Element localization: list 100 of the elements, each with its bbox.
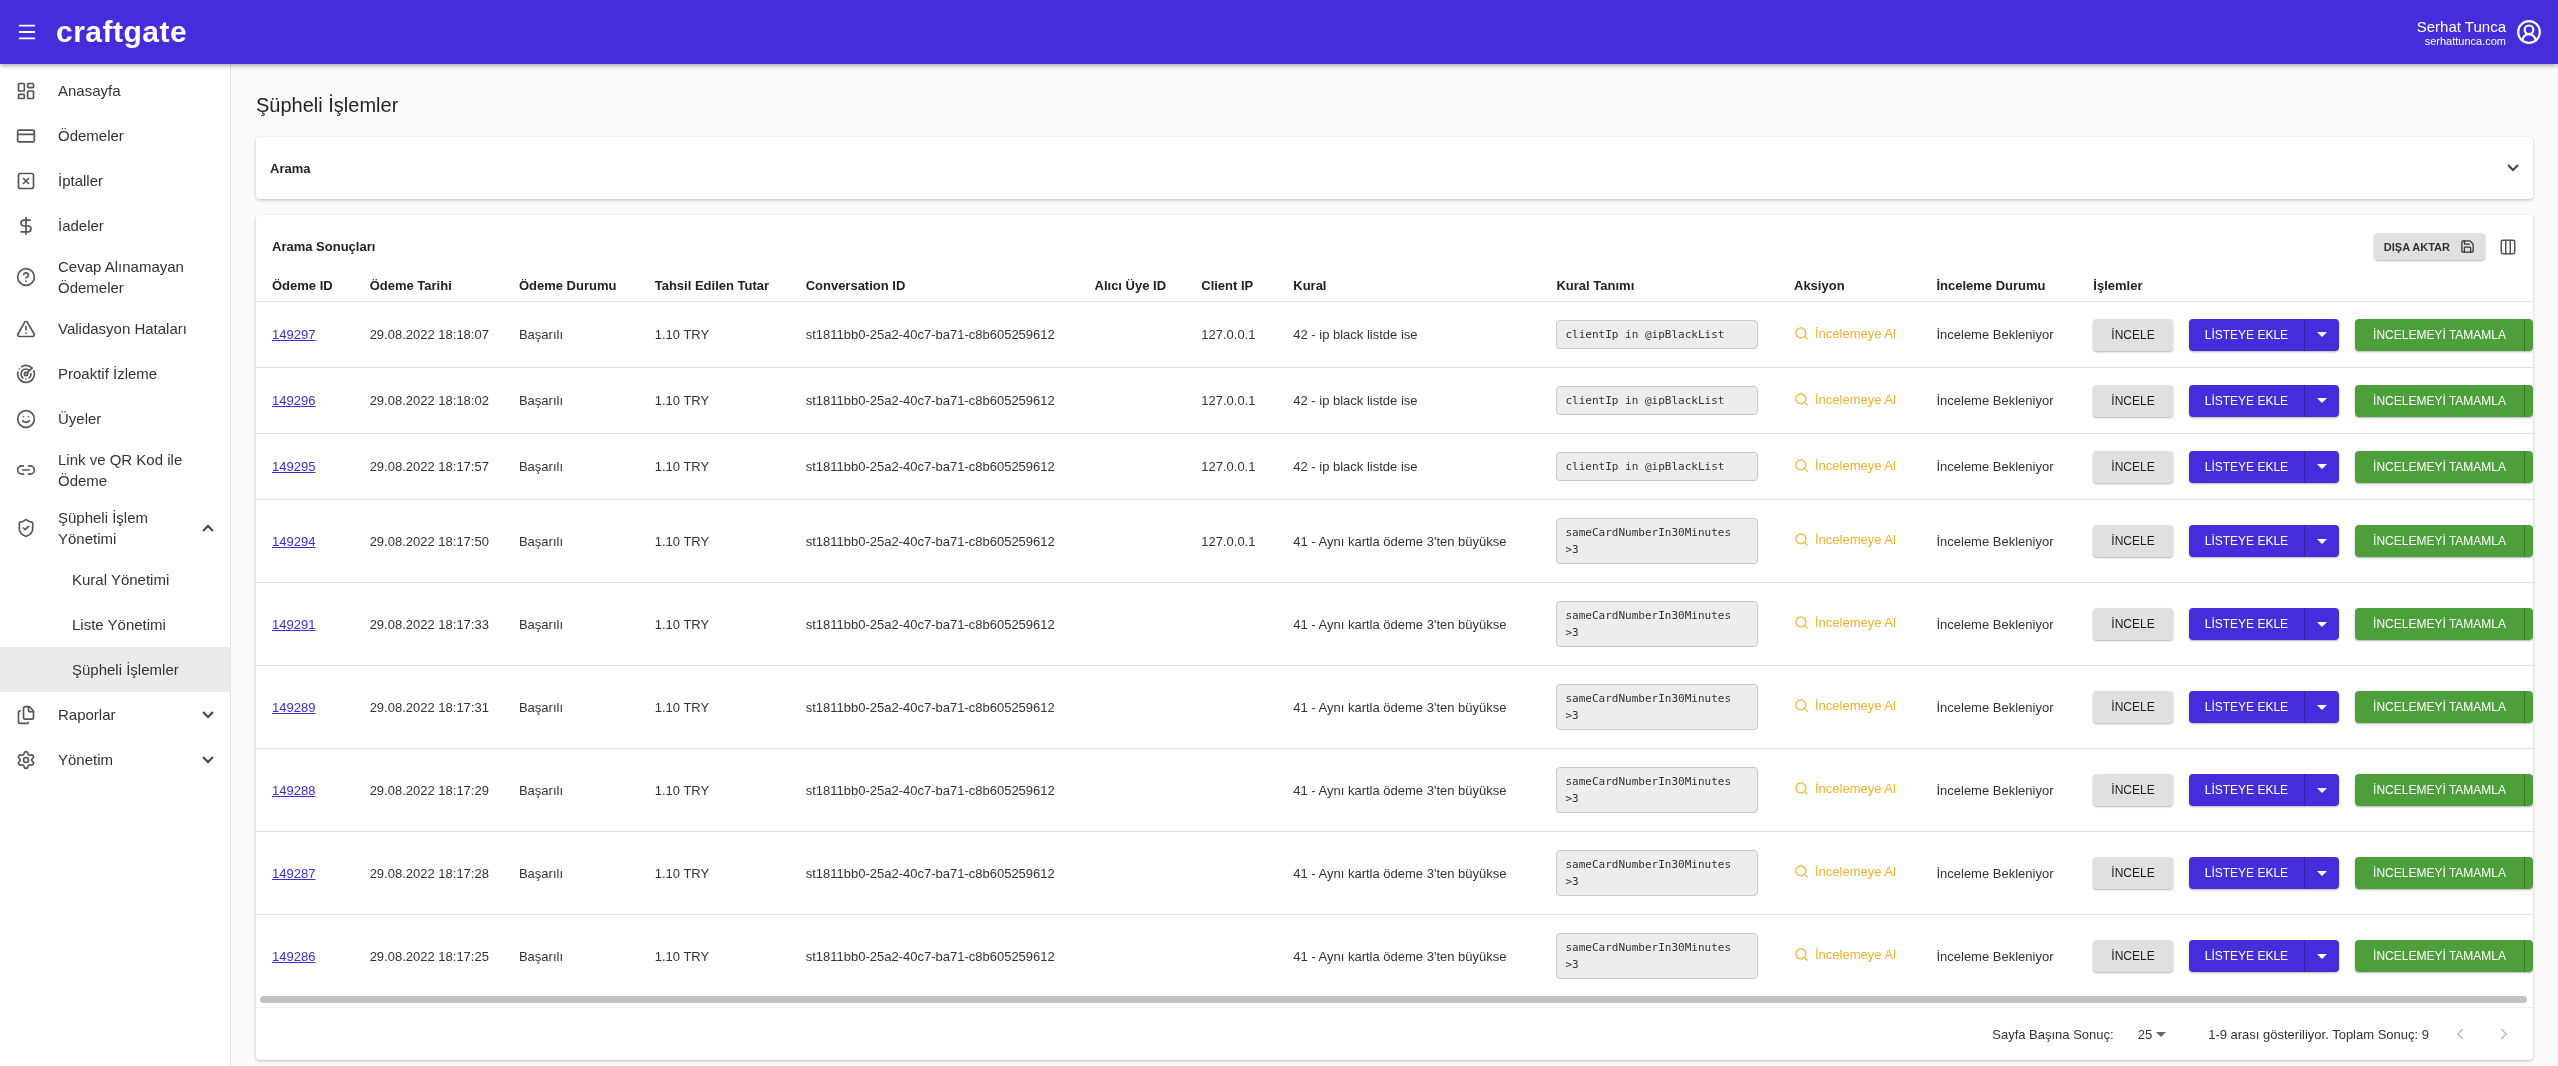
column-header: Alıcı Üye ID: [1078, 260, 1186, 302]
table-cell: 41 - Aynı kartla ödeme 3'ten büyükse: [1277, 499, 1541, 583]
table-cell: 1.10 TRY: [638, 367, 790, 434]
table-cell: st1811bb0-25a2-40c7-ba71-c8b605259612: [789, 367, 1079, 434]
sidebar-subitem[interactable]: Liste Yönetimi: [0, 602, 230, 647]
sidebar-item[interactable]: Proaktif İzleme: [0, 351, 230, 396]
add-to-list-button[interactable]: LİSTEYE EKLE: [2188, 608, 2306, 640]
add-to-list-button[interactable]: LİSTEYE EKLE: [2188, 384, 2306, 417]
inspect-button[interactable]: İNCELE: [2093, 525, 2173, 557]
payment-id-link[interactable]: 149294: [272, 533, 316, 549]
caret-icon: [2317, 332, 2328, 337]
dropdown-button[interactable]: [2305, 608, 2340, 640]
sidebar-item[interactable]: Cevap Alınamayan Ödemeler: [0, 248, 230, 306]
dropdown-button[interactable]: [2305, 450, 2340, 483]
sidebar-item[interactable]: Şüpheli İşlem Yönetimi: [0, 499, 230, 557]
sidebar-item[interactable]: Raporlar: [0, 692, 230, 737]
add-to-list-button[interactable]: LİSTEYE EKLE: [2188, 318, 2306, 351]
sidebar-item[interactable]: Ödemeler: [0, 113, 230, 158]
caret-icon: [2317, 538, 2328, 544]
inspect-button[interactable]: İNCELE: [2093, 774, 2173, 806]
table-cell: 1.10 TRY: [638, 433, 790, 500]
dropdown-button[interactable]: [2305, 857, 2340, 889]
column-header: Ödeme ID: [256, 260, 354, 302]
add-to-list-button[interactable]: LİSTEYE EKLE: [2188, 525, 2306, 557]
inspect-button[interactable]: İNCELE: [2093, 384, 2173, 417]
sidebar-item[interactable]: Validasyon Hataları: [0, 306, 230, 351]
export-button[interactable]: DIŞA AKTAR: [2373, 233, 2485, 260]
payment-id-link[interactable]: 149288: [272, 782, 316, 798]
account-icon[interactable]: [2516, 19, 2542, 45]
add-to-list-button[interactable]: LİSTEYE EKLE: [2188, 691, 2306, 723]
dropdown-button[interactable]: [2305, 691, 2340, 723]
dropdown-button[interactable]: [2305, 525, 2340, 557]
scrollbar[interactable]: [260, 995, 2527, 1004]
rule-code: clientIp in @ipBlackList: [1556, 452, 1759, 481]
payment-id-link[interactable]: 149289: [272, 699, 316, 715]
chevron-up-icon: [202, 524, 214, 532]
sidebar-item[interactable]: Anasayfa: [0, 68, 230, 113]
warning-icon: [16, 318, 36, 339]
inspect-button[interactable]: İNCELE: [2093, 450, 2173, 483]
table-cell: 42 - ip black listde ise: [1277, 367, 1541, 434]
radar-icon: [16, 363, 36, 384]
table-cell: 127.0.0.1: [1201, 327, 1256, 342]
inspect-button[interactable]: İNCELE: [2093, 608, 2173, 640]
payment-id-link[interactable]: 149286: [272, 948, 316, 964]
add-to-list-button[interactable]: LİSTEYE EKLE: [2188, 857, 2306, 889]
table-cell: 29.08.2022 18:18:02: [353, 367, 503, 434]
per-page-label: Sayfa Başına Sonuç:: [1992, 1026, 2114, 1042]
table-cell: 41 - Aynı kartla ödeme 3'ten büyükse: [1277, 748, 1541, 832]
columns-icon[interactable]: [2499, 237, 2517, 256]
payment-id-link[interactable]: 149287: [272, 865, 316, 881]
search-panel[interactable]: Arama: [256, 137, 2533, 199]
table-cell: 29.08.2022 18:17:29: [353, 748, 503, 832]
table-cell: 41 - Aynı kartla ödeme 3'ten büyükse: [1277, 582, 1541, 666]
per-page-select[interactable]: 25: [2131, 1025, 2173, 1043]
column-header: Tahsil Edilen Tutar: [638, 260, 790, 302]
table-cell: 127.0.0.1: [1201, 459, 1256, 474]
dropdown-button[interactable]: [2305, 774, 2340, 806]
sidebar-item[interactable]: Yönetim: [0, 737, 230, 782]
table-cell: st1811bb0-25a2-40c7-ba71-c8b605259612: [789, 499, 1079, 583]
search-icon: [1794, 391, 1809, 407]
dropdown-button[interactable]: [2305, 318, 2340, 351]
settings-icon: [16, 749, 36, 770]
table-cell: İnceleme Bekleniyor: [1920, 499, 2078, 583]
save-icon: [2460, 239, 2475, 254]
inspect-button[interactable]: İNCELE: [2093, 940, 2173, 972]
sidebar-item[interactable]: Link ve QR Kod ile Ödeme: [0, 441, 230, 499]
dropdown-button[interactable]: [2305, 384, 2340, 417]
table-cell: Başarılı: [502, 499, 639, 583]
column-header: Kural: [1277, 260, 1541, 302]
table-cell: st1811bb0-25a2-40c7-ba71-c8b605259612: [789, 748, 1079, 832]
table-cell: 29.08.2022 18:17:50: [353, 499, 503, 583]
payment-id-link[interactable]: 149291: [272, 616, 316, 632]
sidebar-item[interactable]: İptaller: [0, 158, 230, 203]
chevron-down-icon: [202, 755, 214, 764]
payment-id-link[interactable]: 149297: [272, 327, 316, 342]
results-title: Arama Sonuçları: [272, 239, 377, 254]
table-cell: İnceleme Bekleniyor: [1920, 301, 2078, 368]
column-header: İşlemler: [2077, 260, 2533, 302]
table-cell: Başarılı: [502, 301, 639, 368]
add-to-list-button[interactable]: LİSTEYE EKLE: [2188, 940, 2306, 972]
sidebar-item[interactable]: İadeler: [0, 203, 230, 248]
add-to-list-button[interactable]: LİSTEYE EKLE: [2188, 450, 2306, 483]
inspect-button[interactable]: İNCELE: [2093, 857, 2173, 889]
rule-code: clientIp in @ipBlackList: [1556, 320, 1759, 349]
shield-icon: [16, 518, 36, 538]
chevron-down-icon: [202, 710, 214, 719]
payment-id-link[interactable]: 149295: [272, 459, 316, 474]
sidebar-subitem[interactable]: Kural Yönetimi: [0, 557, 230, 602]
sidebar-subitem[interactable]: Şüpheli İşlemler: [0, 647, 230, 692]
sidebar-item[interactable]: Üyeler: [0, 396, 230, 441]
table-cell: 1.10 TRY: [638, 499, 790, 583]
caret-icon: [2317, 953, 2328, 959]
payment-id-link[interactable]: 149296: [272, 393, 316, 408]
caret-icon: [2317, 621, 2328, 627]
inspect-button[interactable]: İNCELE: [2093, 691, 2173, 723]
inspect-button[interactable]: İNCELE: [2093, 318, 2173, 351]
face-icon: [16, 408, 36, 429]
dropdown-button[interactable]: [2305, 940, 2340, 972]
add-to-list-button[interactable]: LİSTEYE EKLE: [2188, 774, 2306, 806]
caret-icon: [2317, 398, 2328, 403]
